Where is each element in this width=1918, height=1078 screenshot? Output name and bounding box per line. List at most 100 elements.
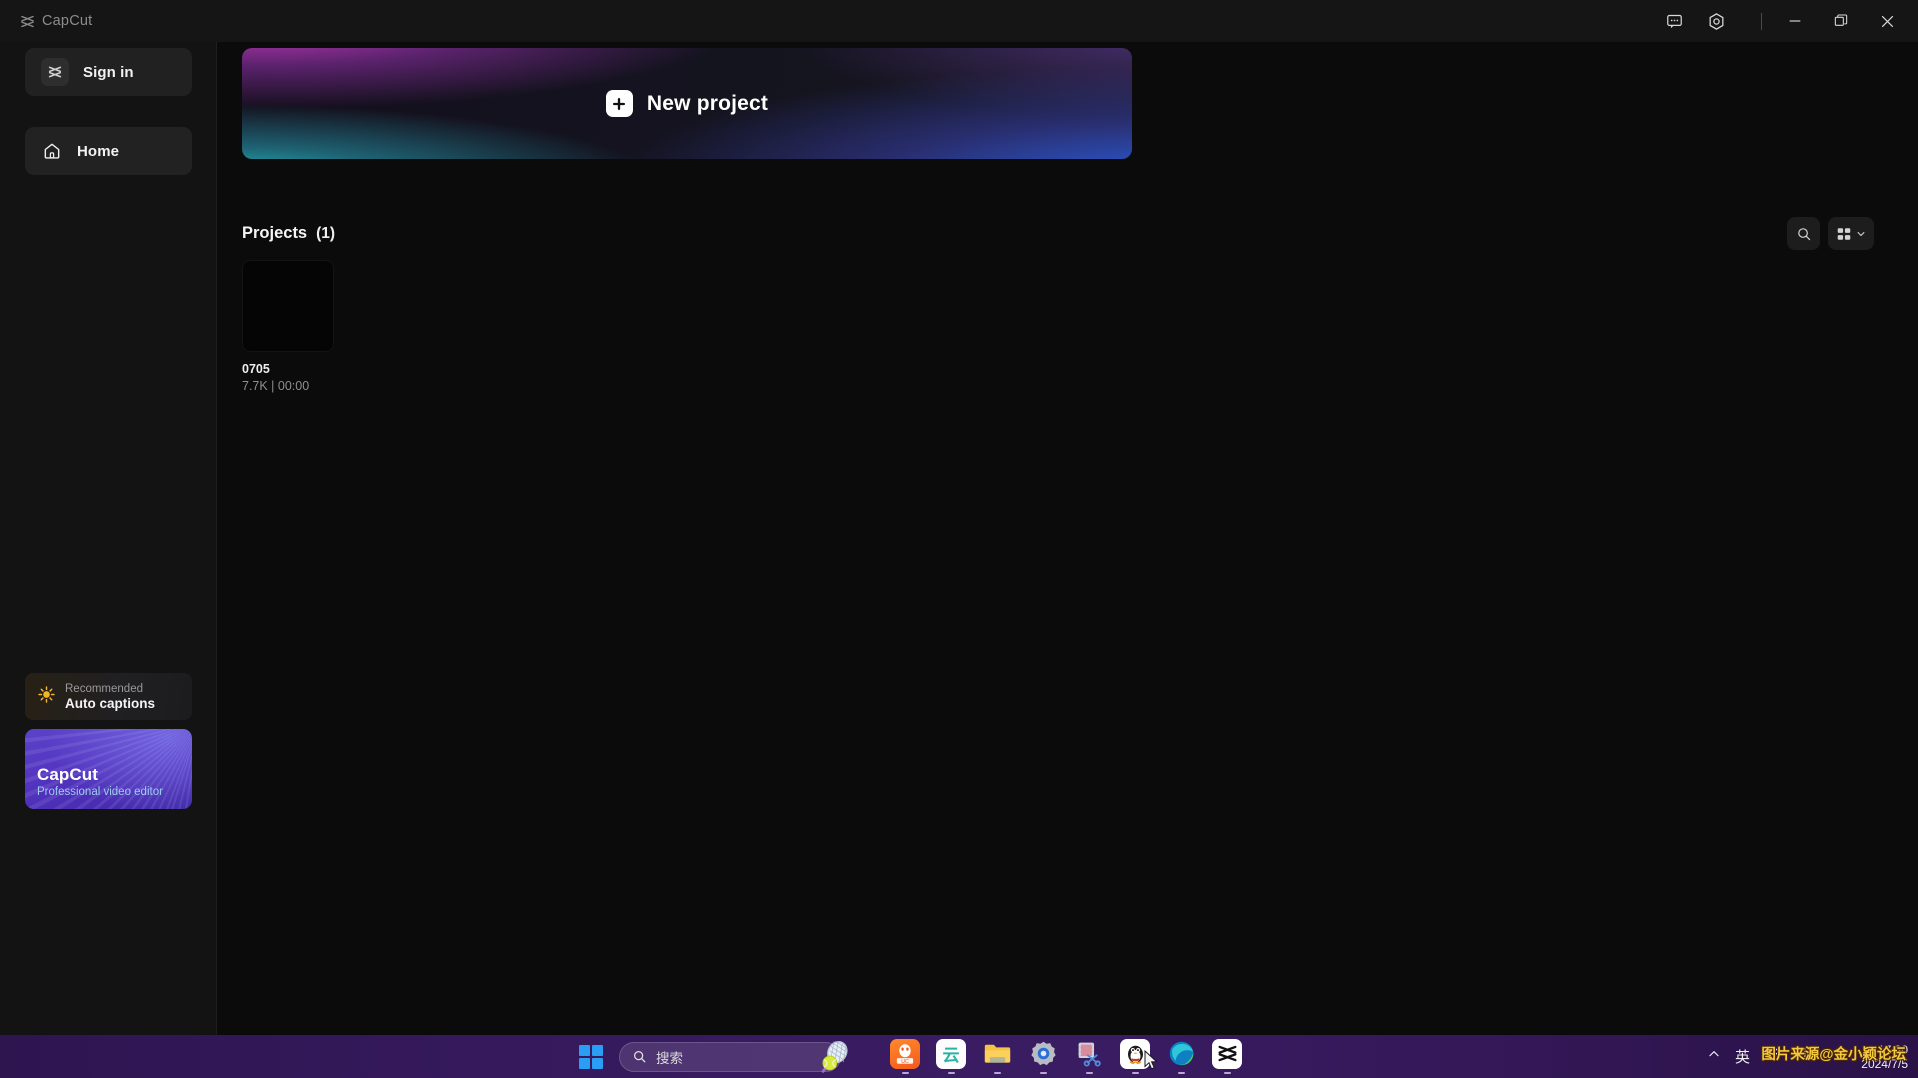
app-brand: CapCut — [20, 13, 92, 29]
ime-indicator[interactable]: 英 — [1735, 1046, 1750, 1067]
running-indicator — [902, 1072, 909, 1075]
chevron-down-icon — [1856, 229, 1866, 239]
plus-icon — [606, 90, 633, 117]
sign-in-label: Sign in — [83, 64, 134, 81]
running-indicator — [1224, 1072, 1231, 1075]
house-icon — [42, 141, 62, 161]
qq-icon — [1120, 1039, 1150, 1069]
chevron-up-icon — [1707, 1047, 1721, 1061]
capcut-taskbar-icon — [1212, 1039, 1242, 1069]
projects-toolbar — [1787, 217, 1874, 250]
feedback-button[interactable] — [1653, 0, 1695, 42]
project-name: 0705 — [242, 362, 334, 377]
new-project-label: New project — [647, 92, 768, 116]
taskbar-app-uc-browser[interactable]: UC — [890, 1039, 920, 1075]
title-bar: CapCut — [0, 0, 1918, 42]
image-watermark: 图片来源@金小颖论坛 — [1761, 1043, 1906, 1064]
settings-button[interactable] — [1695, 0, 1737, 42]
folder-icon — [983, 1039, 1012, 1068]
projects-grid: 0705 7.7K | 00:00 — [242, 260, 334, 394]
titlebar-divider — [1761, 13, 1762, 30]
sparkle-icon — [37, 685, 56, 709]
projects-count: (1) — [316, 225, 335, 243]
search-icon — [632, 1049, 647, 1064]
capcut-logo-icon — [47, 64, 63, 80]
taskbar-app-qq[interactable] — [1120, 1039, 1150, 1075]
tray-overflow-button[interactable] — [1707, 1047, 1721, 1066]
capcut-account-icon — [41, 58, 69, 86]
promo-title: CapCut — [37, 764, 163, 785]
running-indicator — [1086, 1072, 1093, 1075]
recommended-text: Recommended Auto captions — [65, 682, 155, 712]
running-indicator — [1132, 1072, 1139, 1075]
main-content: New project Projects (1) — [218, 42, 1918, 1035]
video-editor-icon — [1074, 1039, 1104, 1069]
windows-start-icon — [579, 1045, 590, 1056]
taskbar-app-file-explorer[interactable] — [982, 1039, 1012, 1075]
project-thumbnail[interactable] — [242, 260, 334, 352]
settings-gear-icon — [1707, 12, 1726, 31]
window-controls — [1653, 0, 1918, 42]
recommended-auto-captions-card[interactable]: Recommended Auto captions — [25, 673, 192, 720]
new-project-banner[interactable]: New project — [242, 48, 1132, 159]
search-input[interactable]: 搜索 — [656, 1047, 683, 1067]
taskbar-app-settings[interactable] — [1028, 1039, 1058, 1075]
system-tray: 英 17:30 2024/7/5 图片来源@金 — [1707, 1035, 1908, 1078]
project-meta: 7.7K | 00:00 — [242, 379, 334, 394]
tennis-racket-icon — [814, 1038, 854, 1078]
capcut-app-window: CapCut — [0, 0, 1918, 1078]
wps-cloud-icon: 云 — [936, 1039, 966, 1069]
gear-icon — [1029, 1039, 1058, 1068]
minimize-icon — [1787, 13, 1803, 29]
running-indicator — [1040, 1072, 1047, 1075]
recommended-tag: Recommended — [65, 682, 155, 696]
taskbar-app-video-editor[interactable] — [1074, 1039, 1104, 1075]
maximize-button[interactable] — [1818, 0, 1864, 42]
taskbar-search-box[interactable]: 搜索 — [619, 1042, 841, 1072]
running-indicator — [1178, 1072, 1185, 1075]
tennis-racket-icon[interactable] — [814, 1038, 854, 1078]
home-label: Home — [77, 143, 119, 160]
sidebar: Sign in Home — [0, 42, 217, 1035]
close-button[interactable] — [1864, 0, 1910, 42]
search-projects-button[interactable] — [1787, 217, 1820, 250]
sidebar-item-sign-in[interactable]: Sign in — [25, 48, 192, 96]
taskbar-center-group: 搜索 — [578, 1035, 1242, 1078]
start-button[interactable] — [578, 1044, 604, 1070]
windows-taskbar: 搜索 — [0, 1035, 1918, 1078]
sidebar-item-home[interactable]: Home — [25, 127, 192, 175]
app-title: CapCut — [42, 13, 92, 29]
close-icon — [1879, 13, 1896, 30]
project-card[interactable]: 0705 7.7K | 00:00 — [242, 260, 334, 394]
recommended-title: Auto captions — [65, 696, 155, 712]
minimize-button[interactable] — [1772, 0, 1818, 42]
windows-start-icon-q4 — [592, 1058, 603, 1069]
running-indicator — [948, 1072, 955, 1075]
capcut-logo-icon — [20, 14, 35, 29]
taskbar-app-edge[interactable] — [1166, 1039, 1196, 1075]
microsoft-edge-icon — [1166, 1039, 1196, 1069]
plus-icon — [610, 95, 628, 113]
windows-start-icon-q3 — [579, 1058, 590, 1069]
uc-browser-icon: UC — [890, 1039, 920, 1069]
taskbar-app-wps-cloud[interactable]: 云 — [936, 1039, 966, 1075]
taskbar-app-capcut[interactable] — [1212, 1039, 1242, 1075]
running-indicator — [994, 1072, 1001, 1075]
grid-view-icon — [1836, 226, 1852, 242]
sparkle-icon — [37, 685, 56, 704]
uc-browser-icon: UC — [892, 1041, 918, 1067]
promo-subtitle: Professional video editor — [37, 785, 163, 800]
settings-icon — [1028, 1039, 1058, 1069]
capcut-logo-icon — [1217, 1043, 1238, 1064]
home-icon — [41, 141, 63, 161]
edge-icon — [1167, 1039, 1196, 1068]
page-title: Projects — [242, 224, 307, 243]
windows-start-icon-q2 — [592, 1045, 603, 1056]
promo-text-block: CapCut Professional video editor — [37, 764, 163, 800]
view-mode-button[interactable] — [1828, 217, 1874, 250]
penguin-icon — [1123, 1041, 1148, 1066]
feedback-icon — [1666, 13, 1683, 30]
file-explorer-icon — [982, 1039, 1012, 1069]
capcut-promo-card[interactable]: CapCut Professional video editor — [25, 729, 192, 809]
film-scissors-icon — [1075, 1039, 1104, 1068]
